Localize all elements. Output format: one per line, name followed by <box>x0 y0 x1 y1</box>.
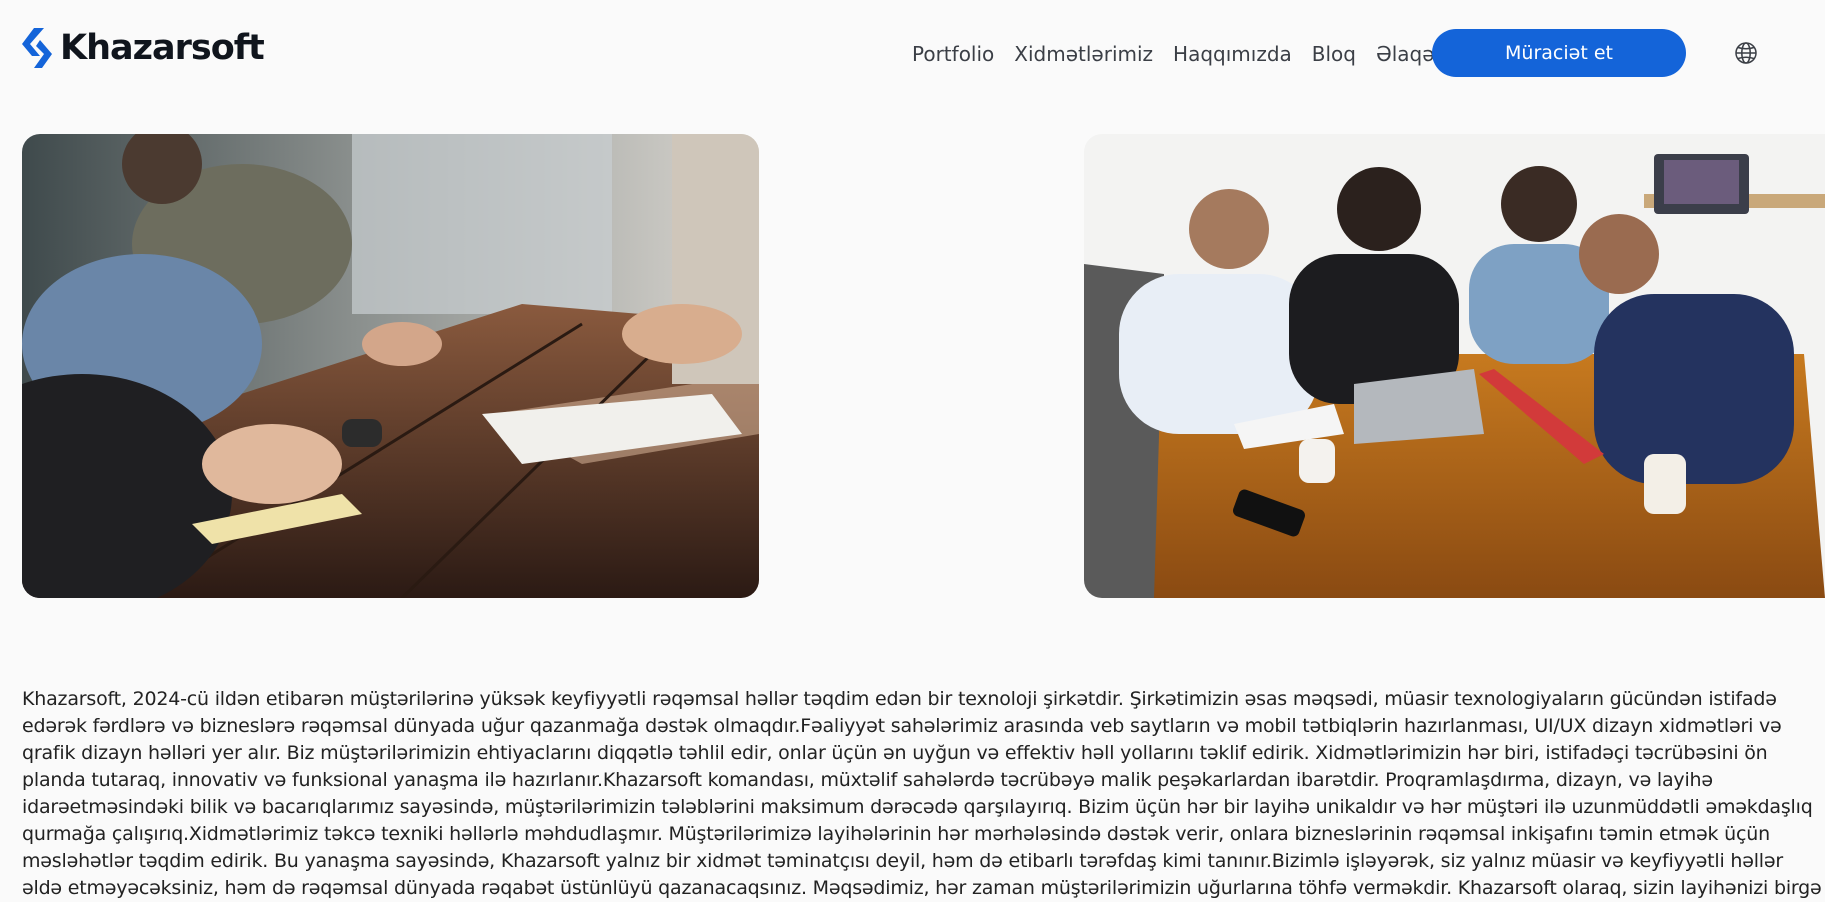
nav-item-about[interactable]: Haqqımızda <box>1173 42 1292 66</box>
brand-logo-link[interactable]: Khazarsoft <box>20 24 265 72</box>
nav-item-contact[interactable]: Əlaqə <box>1376 42 1435 66</box>
site-header: Khazarsoft Portfolio Xidmətlərimiz Haqqı… <box>0 0 1825 108</box>
main-nav: Portfolio Xidmətlərimiz Haqqımızda Bloq … <box>912 40 1455 68</box>
team-meeting-photo <box>22 134 759 598</box>
about-text: Khazarsoft, 2024-cü ildən etibarən müştə… <box>22 688 1822 899</box>
nav-item-portfolio[interactable]: Portfolio <box>912 42 994 66</box>
globe-icon[interactable] <box>1734 41 1758 65</box>
apply-button[interactable]: Müraciət et <box>1432 29 1686 77</box>
khazarsoft-logo-icon <box>22 28 52 68</box>
nav-item-blog[interactable]: Bloq <box>1312 42 1356 66</box>
team-collaboration-photo <box>1084 134 1825 598</box>
brand-name: Khazarsoft <box>60 28 265 68</box>
nav-item-services[interactable]: Xidmətlərimiz <box>1014 42 1153 66</box>
